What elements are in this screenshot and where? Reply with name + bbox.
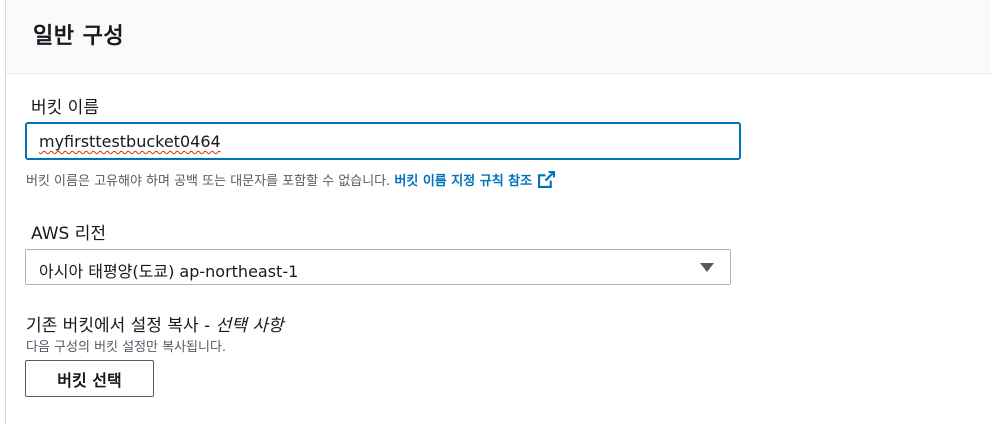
bucket-name-hint-text: 버킷 이름은 고유해야 하며 공백 또는 대문자를 포함할 수 없습니다. [26, 174, 395, 189]
bucket-name-hint: 버킷 이름은 고유해야 하며 공백 또는 대문자를 포함할 수 없습니다. 버킷… [26, 170, 556, 192]
region-selected-value: 아시아 태평양(도쿄) ap-northeast-1 [39, 262, 299, 281]
bucket-name-label: 버킷 이름 [31, 98, 99, 118]
choose-bucket-button[interactable]: 버킷 선택 [25, 360, 154, 397]
external-link-icon [538, 171, 556, 192]
copy-settings-description: 다음 구성의 버킷 설정만 복사됩니다. [26, 340, 227, 355]
copy-settings-label-text: 기존 버킷에서 설정 복사 - [26, 316, 216, 336]
panel-header: 일반 구성 [6, 0, 991, 74]
panel-title: 일반 구성 [33, 24, 125, 49]
caret-down-icon [700, 263, 714, 272]
optional-label: 선택 사항 [215, 316, 284, 336]
region-label: AWS 리전 [31, 224, 106, 244]
bucket-naming-rules-link-label: 버킷 이름 지정 규칙 참조 [394, 174, 533, 189]
bucket-naming-rules-link[interactable]: 버킷 이름 지정 규칙 참조 [394, 171, 556, 192]
region-select[interactable]: 아시아 태평양(도쿄) ap-northeast-1 [25, 249, 731, 285]
copy-settings-label: 기존 버킷에서 설정 복사 - 선택 사항 [26, 311, 284, 336]
bucket-name-input[interactable] [25, 122, 741, 160]
